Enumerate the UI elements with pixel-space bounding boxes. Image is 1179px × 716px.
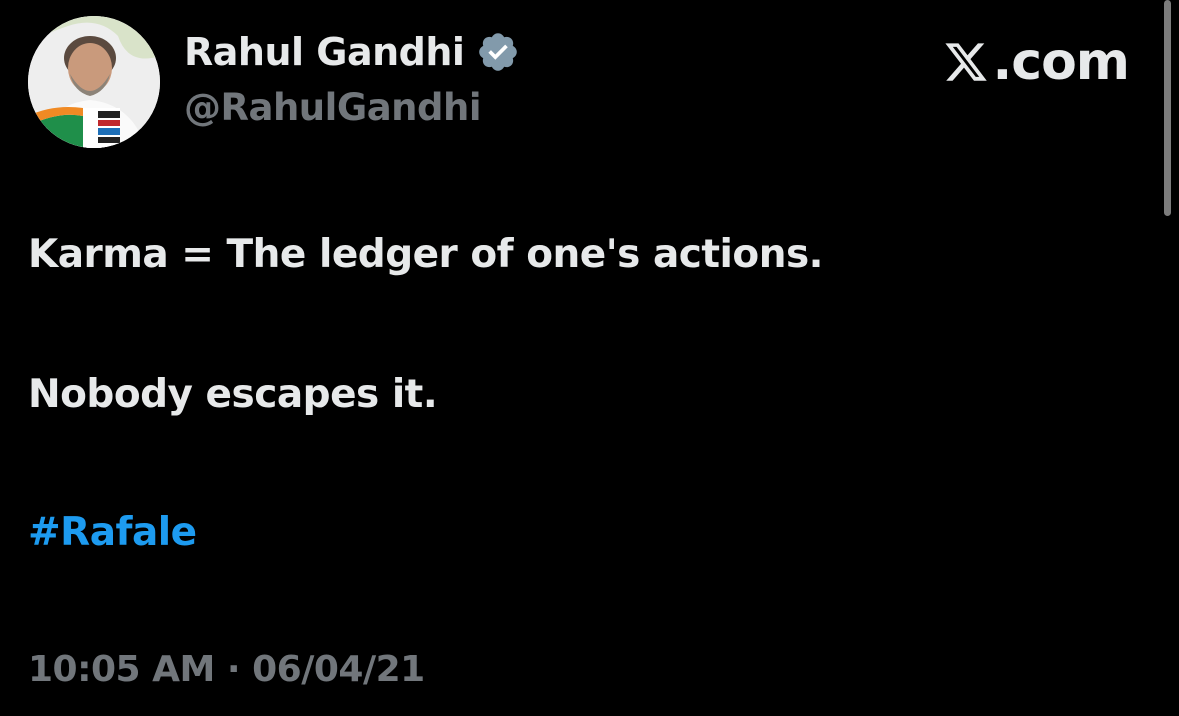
tweet-time: 10:05 AM (28, 649, 215, 690)
author-name[interactable]: Rahul Gandhi (184, 28, 520, 76)
avatar-photo (28, 16, 160, 148)
tweet-timestamp[interactable]: 10:05 AM · 06/04/21 (28, 646, 425, 694)
scrollbar[interactable] (1164, 0, 1171, 216)
timestamp-separator: · (226, 649, 241, 690)
brand-watermark: .com (943, 32, 1130, 92)
tweet-text-line-1: Karma = The ledger of one's actions. (28, 232, 823, 277)
hashtag-link[interactable]: #Rafale (28, 508, 197, 558)
tweet-text-line-2: Nobody escapes it. (28, 372, 438, 417)
author-name-text: Rahul Gandhi (184, 30, 465, 74)
x-logo-icon (943, 39, 989, 85)
author-handle[interactable]: @RahulGandhi (184, 84, 482, 132)
avatar[interactable] (28, 16, 160, 148)
brand-domain: .com (992, 32, 1130, 92)
verified-badge-icon (476, 30, 520, 74)
tweet-date: 06/04/21 (252, 649, 425, 690)
